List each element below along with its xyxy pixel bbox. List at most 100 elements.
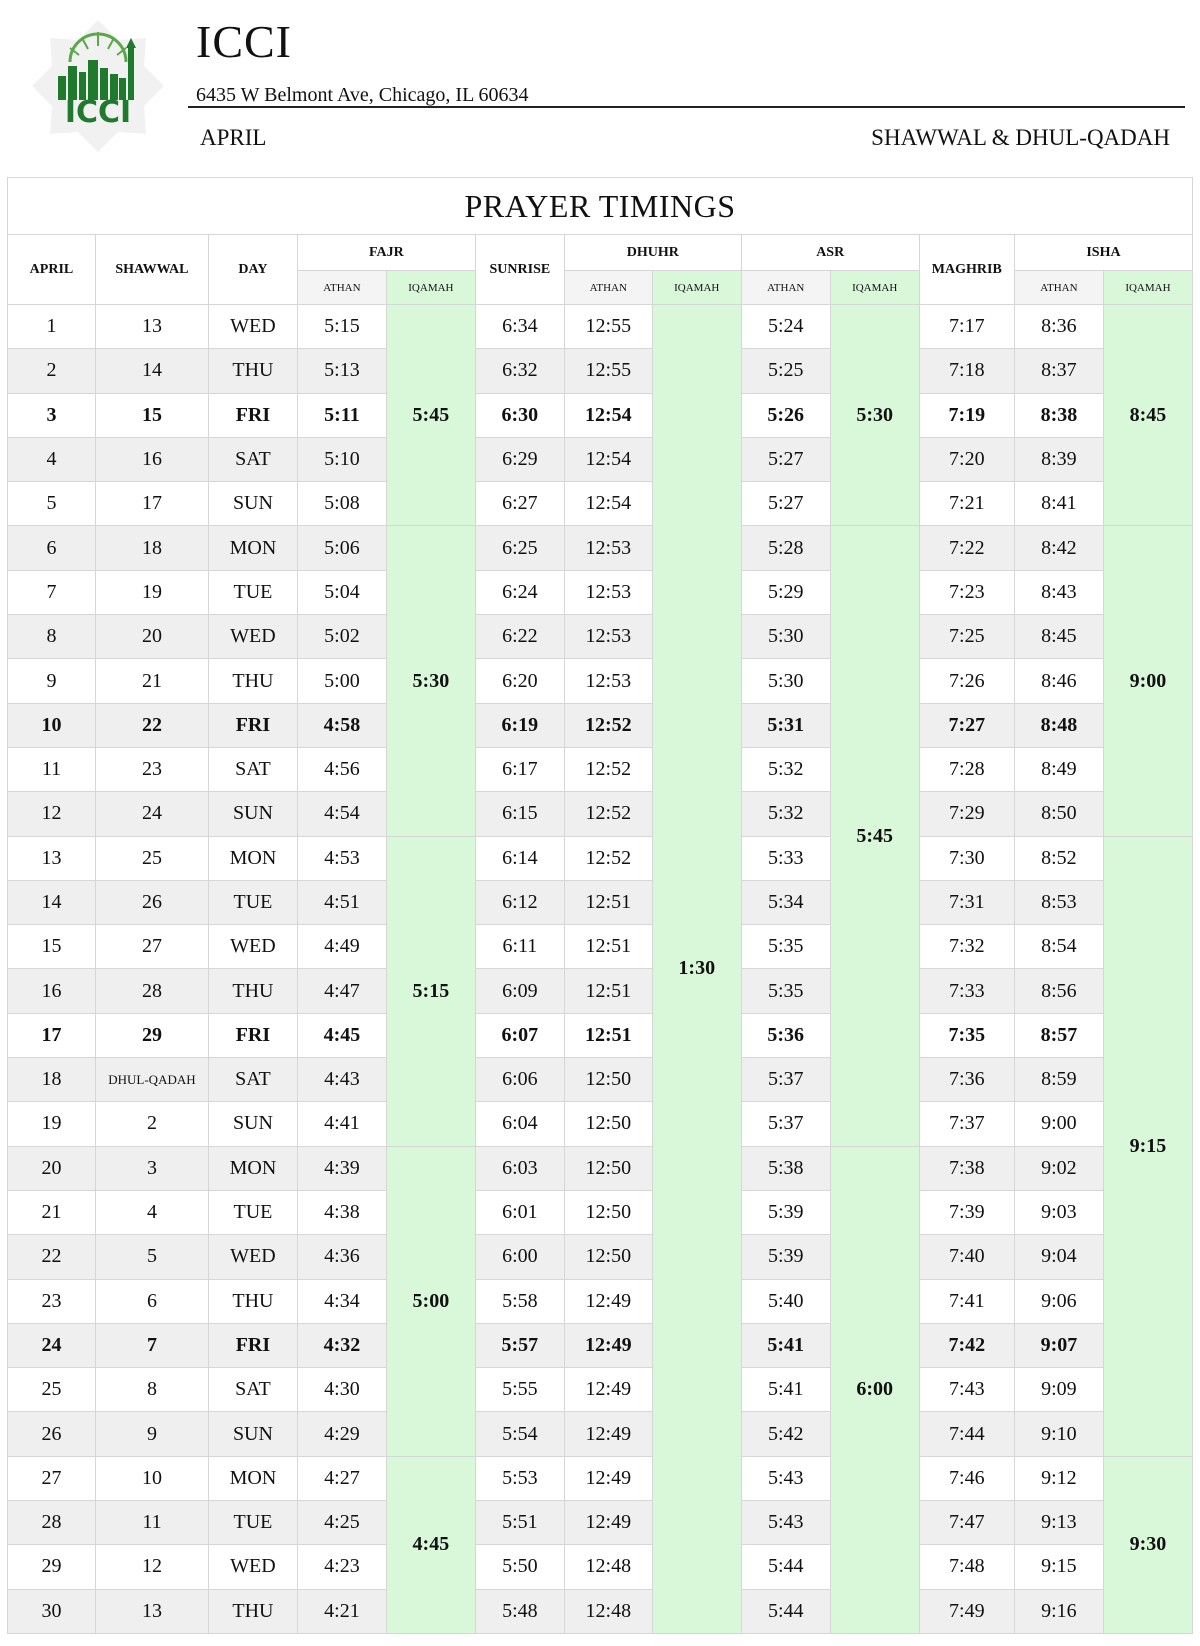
sunrise-cell: 6:25 [474, 525, 565, 571]
isha-athan-cell: 8:56 [1013, 968, 1104, 1014]
isha-athan-cell: 8:54 [1013, 924, 1104, 970]
asr-athan-cell: 5:42 [740, 1411, 831, 1457]
april-date-cell: 19 [7, 1101, 96, 1147]
sunrise-cell: 6:30 [474, 392, 565, 438]
fajr-iqamah-cell: 5:15 [385, 835, 476, 1147]
hijri-months: SHAWWAL & DHUL-QADAH [871, 125, 1170, 150]
fajr-iqamah-cell: 5:30 [385, 525, 476, 837]
fajr-athan-cell: 4:51 [296, 879, 387, 926]
table-row: 9 21 THU 5:00 6:20 12:53 5:30 7:26 8:46 [7, 658, 1193, 704]
april-date-cell: 15 [7, 924, 96, 970]
fajr-athan-cell: 4:29 [296, 1411, 387, 1457]
table-row: 18 DHUL-QADAH SAT 4:43 6:06 12:50 5:37 7:36 8:59 [7, 1057, 1193, 1103]
hijri-date-cell: DHUL-QADAH [94, 1057, 209, 1103]
isha-athan-cell: 9:02 [1013, 1145, 1104, 1191]
asr-athan-cell: 5:41 [740, 1322, 831, 1369]
table-row: 20 3 MON 4:39 5:00 6:03 12:50 5:38 6:00 7:38 9:02 [7, 1145, 1193, 1634]
weekday-cell: TUE [207, 879, 298, 926]
sunrise-cell: 6:34 [474, 303, 565, 350]
col-dhuhr: DHUHR [563, 234, 742, 271]
fajr-athan-cell: 4:25 [296, 1500, 387, 1546]
table-row: 2 14 THU 5:13 6:32 12:55 5:25 7:18 8:37 [7, 348, 1193, 394]
dhuhr-athan-cell: 12:55 [563, 303, 653, 350]
maghrib-cell: 7:48 [918, 1544, 1015, 1590]
isha-iqamah-cell: 9:30 [1102, 1455, 1194, 1634]
table-row: 25 8 SAT 4:30 5:55 12:49 5:41 7:43 9:09 [7, 1367, 1193, 1413]
isha-athan-cell: 9:07 [1013, 1322, 1104, 1369]
april-date-cell: 11 [7, 746, 96, 793]
fajr-athan-cell: 4:39 [296, 1145, 387, 1191]
sunrise-cell: 5:58 [474, 1278, 565, 1324]
isha-athan-cell: 8:50 [1013, 791, 1104, 837]
april-date-cell: 13 [7, 835, 96, 881]
asr-athan-cell: 5:33 [740, 835, 831, 881]
isha-athan-cell: 9:03 [1013, 1189, 1104, 1236]
fajr-athan-cell: 4:54 [296, 791, 387, 837]
dhuhr-athan-cell: 12:55 [563, 348, 653, 394]
isha-athan-cell: 9:10 [1013, 1411, 1104, 1457]
dhuhr-athan-cell: 12:54 [563, 392, 653, 438]
fajr-athan-cell: 4:34 [296, 1278, 387, 1324]
table-body: 1 13 WED 5:15 5:45 6:34 12:55 1:30 5:24 5:30 7:17 8… [7, 303, 1194, 1634]
dhuhr-athan-cell: 12:49 [563, 1322, 653, 1369]
weekday-cell: TUE [207, 1500, 298, 1546]
april-date-cell: 6 [7, 525, 96, 571]
dhuhr-athan-cell: 12:52 [563, 746, 653, 793]
prayer-timetable: PRAYER TIMINGS APRIL SHAWWAL DAY FAJR SU… [7, 177, 1194, 1634]
asr-athan-cell: 5:28 [740, 525, 831, 571]
hijri-date-cell: 19 [94, 569, 209, 616]
maghrib-cell: 7:30 [918, 835, 1015, 881]
asr-athan-cell: 5:37 [740, 1101, 831, 1147]
april-date-cell: 29 [7, 1544, 96, 1590]
dhuhr-athan-cell: 12:51 [563, 879, 653, 926]
dhuhr-athan-cell: 12:54 [563, 481, 653, 527]
table-row: 21 4 TUE 4:38 6:01 12:50 5:39 7:39 9:03 [7, 1189, 1193, 1236]
icci-logo: ICCI [32, 20, 164, 152]
isha-athan-cell: 8:41 [1013, 481, 1104, 527]
isha-iqamah-cell: 9:15 [1102, 835, 1194, 1457]
asr-athan-cell: 5:44 [740, 1544, 831, 1590]
maghrib-cell: 7:43 [918, 1367, 1015, 1413]
hijri-date-cell: 16 [94, 436, 209, 483]
weekday-cell: MON [207, 525, 298, 571]
weekday-cell: MON [207, 1145, 298, 1191]
table-row: 7 19 TUE 5:04 6:24 12:53 5:29 7:23 8:43 [7, 569, 1193, 616]
hijri-date-cell: 12 [94, 1544, 209, 1590]
sunrise-cell: 6:22 [474, 614, 565, 660]
sunrise-cell: 6:17 [474, 746, 565, 793]
dhuhr-athan-cell: 12:49 [563, 1367, 653, 1413]
april-date-cell: 22 [7, 1234, 96, 1280]
hijri-date-cell: 21 [94, 658, 209, 704]
isha-athan-cell: 9:06 [1013, 1278, 1104, 1324]
asr-athan-cell: 5:24 [740, 303, 831, 350]
table-row: 4 16 SAT 5:10 6:29 12:54 5:27 7:20 8:39 [7, 436, 1193, 483]
isha-athan-cell: 8:52 [1013, 835, 1104, 881]
isha-athan-cell: 8:49 [1013, 746, 1104, 793]
isha-athan-cell: 8:57 [1013, 1012, 1104, 1059]
isha-athan-cell: 8:59 [1013, 1057, 1104, 1103]
gregorian-month: APRIL [200, 125, 267, 150]
fajr-athan-cell: 5:10 [296, 436, 387, 483]
isha-athan-cell: 9:12 [1013, 1455, 1104, 1502]
fajr-iqamah-cell: 5:45 [385, 303, 476, 527]
april-date-cell: 4 [7, 436, 96, 483]
table-row: 3 15 FRI 5:11 6:30 12:54 5:26 7:19 8:38 [7, 392, 1193, 438]
header-divider [188, 106, 1185, 108]
fajr-athan-cell: 5:11 [296, 392, 387, 438]
col-asr: ASR [740, 234, 920, 271]
asr-athan-cell: 5:43 [740, 1500, 831, 1546]
hijri-date-cell: 22 [94, 702, 209, 748]
weekday-cell: TUE [207, 1189, 298, 1236]
asr-athan-cell: 5:38 [740, 1145, 831, 1191]
isha-athan-cell: 8:43 [1013, 569, 1104, 616]
maghrib-cell: 7:33 [918, 968, 1015, 1014]
weekday-cell: SAT [207, 746, 298, 793]
maghrib-cell: 7:27 [918, 702, 1015, 748]
isha-athan-cell: 9:09 [1013, 1367, 1104, 1413]
asr-athan-cell: 5:26 [740, 392, 831, 438]
april-date-cell: 1 [7, 303, 96, 350]
asr-athan-cell: 5:35 [740, 968, 831, 1014]
sunrise-cell: 6:24 [474, 569, 565, 616]
table-row: 22 5 WED 4:36 6:00 12:50 5:39 7:40 9:04 [7, 1234, 1193, 1280]
hijri-date-cell: 3 [94, 1145, 209, 1191]
